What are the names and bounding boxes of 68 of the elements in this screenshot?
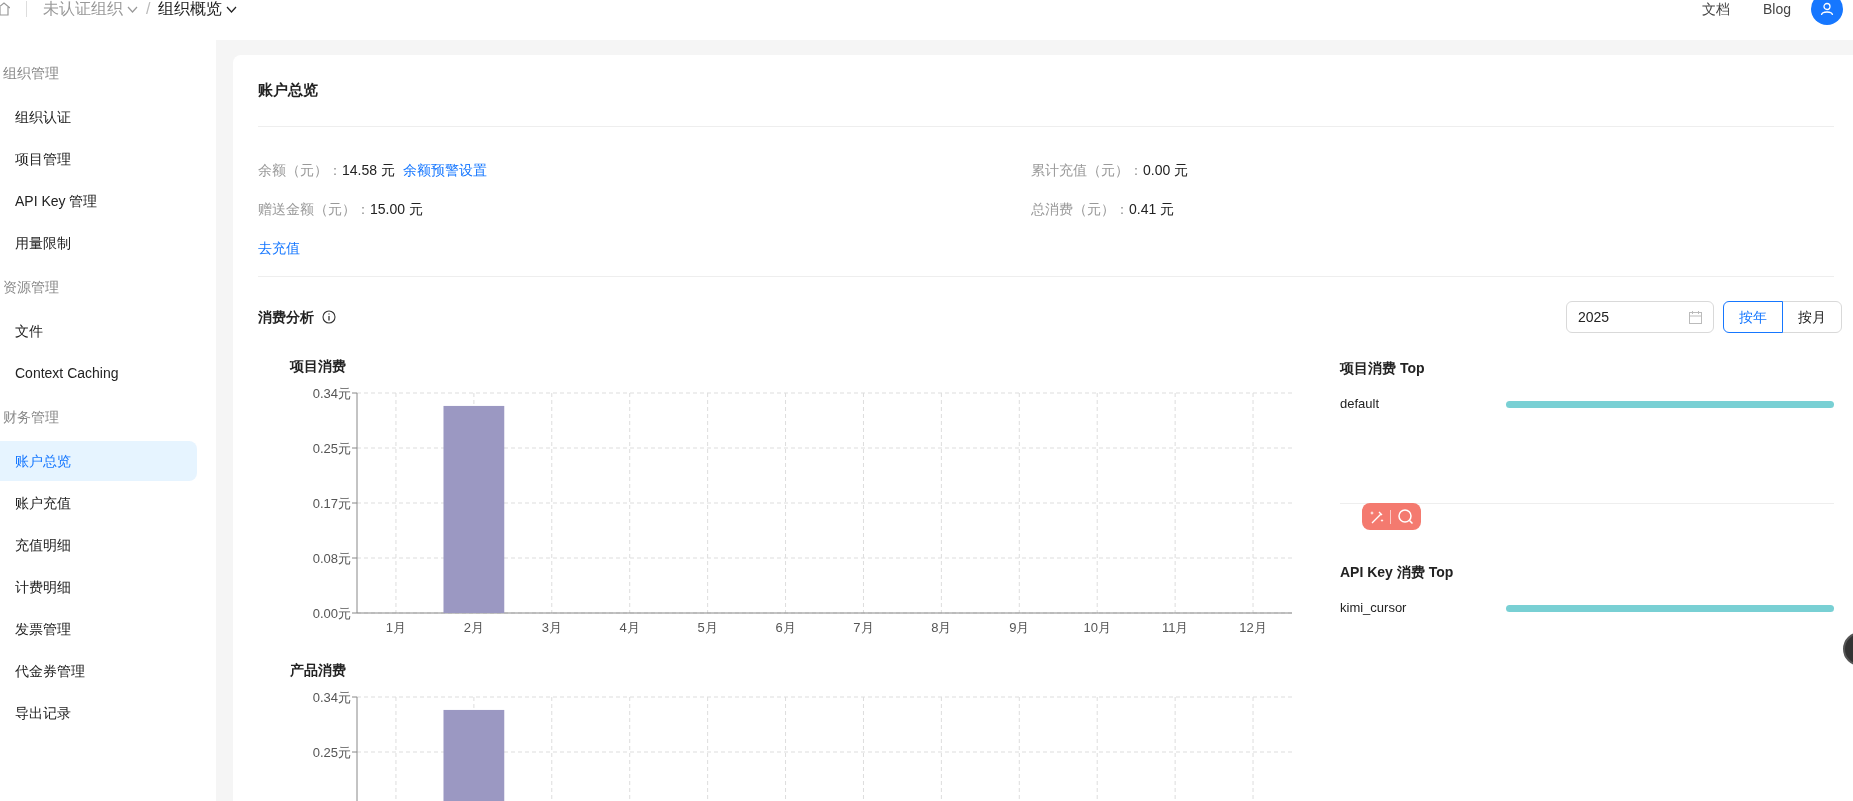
field-label: 余额（元）： [258,161,342,180]
y-tick-label: 0.00元 [312,605,351,621]
field-value: 0.41 元 [1129,200,1175,219]
user-avatar[interactable] [1811,0,1843,25]
field-value: 14.58 元 [342,161,395,180]
y-tick-label: 0.34元 [312,385,351,401]
sidebar-heading: 财务管理 [3,407,59,427]
sidebar-item[interactable]: 计费明细 [0,567,197,607]
x-tick-label: 12月 [1239,620,1267,635]
x-tick-label: 3月 [541,620,562,635]
sidebar-item[interactable]: 发票管理 [0,609,197,649]
sidebar-item[interactable]: Context Caching [0,353,197,393]
nav-link[interactable]: Blog [1762,0,1791,20]
sidebar-item[interactable]: 代金券管理 [0,651,197,691]
ranking-name: default [1340,395,1381,414]
sidebar-item[interactable]: 导出记录 [0,693,197,733]
x-tick-label: 5月 [697,620,718,635]
mode-tab[interactable]: 按月 [1782,301,1842,333]
breadcrumb-separator: / [146,0,151,19]
sidebar-heading: 组织管理 [3,63,59,83]
sidebar-item[interactable]: 账户总览 [0,441,197,481]
chart-title: 项目消费 [290,356,346,376]
sidebar-heading: 资源管理 [3,277,59,297]
chart-title: 产品消费 [290,660,346,680]
sidebar-item[interactable]: 账户充值 [0,483,197,523]
sidebar-item[interactable]: API Key 管理 [0,181,197,221]
ranking-title: API Key 消费 Top [1340,562,1454,582]
x-tick-label: 10月 [1083,620,1111,635]
sidebar-item[interactable]: 充值明细 [0,525,197,565]
home-icon[interactable] [0,2,10,16]
x-tick-label: 11月 [1161,620,1189,635]
chevron-down-icon [127,5,138,13]
chevron-down-icon [226,5,238,13]
search-icon[interactable] [1397,508,1415,525]
y-tick-label: 0.34元 [312,689,351,705]
field-label: 累计充值（元）： [1031,161,1143,180]
x-tick-label: 7月 [853,620,874,635]
x-tick-label: 8月 [931,620,952,635]
ranking-title: 项目消费 Top [1340,358,1425,378]
card-title: 账户总览 [258,80,318,101]
sidebar-item[interactable]: 组织认证 [0,97,197,137]
field-label: 赠送金额（元）： [258,200,370,219]
y-tick-label: 0.08元 [312,550,351,566]
y-tick-label: 0.25元 [312,440,351,456]
recharge-link[interactable]: 去充值 [258,238,300,259]
field-label: 总消费（元）： [1031,200,1129,219]
info-icon[interactable] [322,310,336,324]
x-tick-label: 9月 [1009,620,1030,635]
breadcrumb-item[interactable]: 组织概览 [158,0,238,21]
year-value: 2025 [1578,307,1610,327]
year-picker[interactable]: 2025 [1566,301,1714,333]
y-tick-label: 0.25元 [312,744,351,760]
field-value: 15.00 元 [370,200,423,219]
ranking-name: kimi_cursor [1340,599,1408,618]
nav-link[interactable]: 文档 [1701,0,1730,20]
y-tick-label: 0.17元 [312,495,351,511]
sidebar-item[interactable]: 用量限制 [0,223,197,263]
sidebar-item[interactable]: 文件 [0,311,197,351]
alert-settings-link[interactable]: 余额预警设置 [402,160,487,181]
mode-tab[interactable]: 按年 [1723,301,1783,333]
section-title: 消费分析 [258,307,314,327]
sidebar-item[interactable]: 项目管理 [0,139,197,179]
x-tick-label: 6月 [775,620,796,635]
x-tick-label: 4月 [619,620,640,635]
calendar-icon [1689,310,1702,324]
field-value: 0.00 元 [1143,161,1189,180]
x-tick-label: 1月 [385,620,407,635]
x-tick-label: 2月 [463,620,484,635]
